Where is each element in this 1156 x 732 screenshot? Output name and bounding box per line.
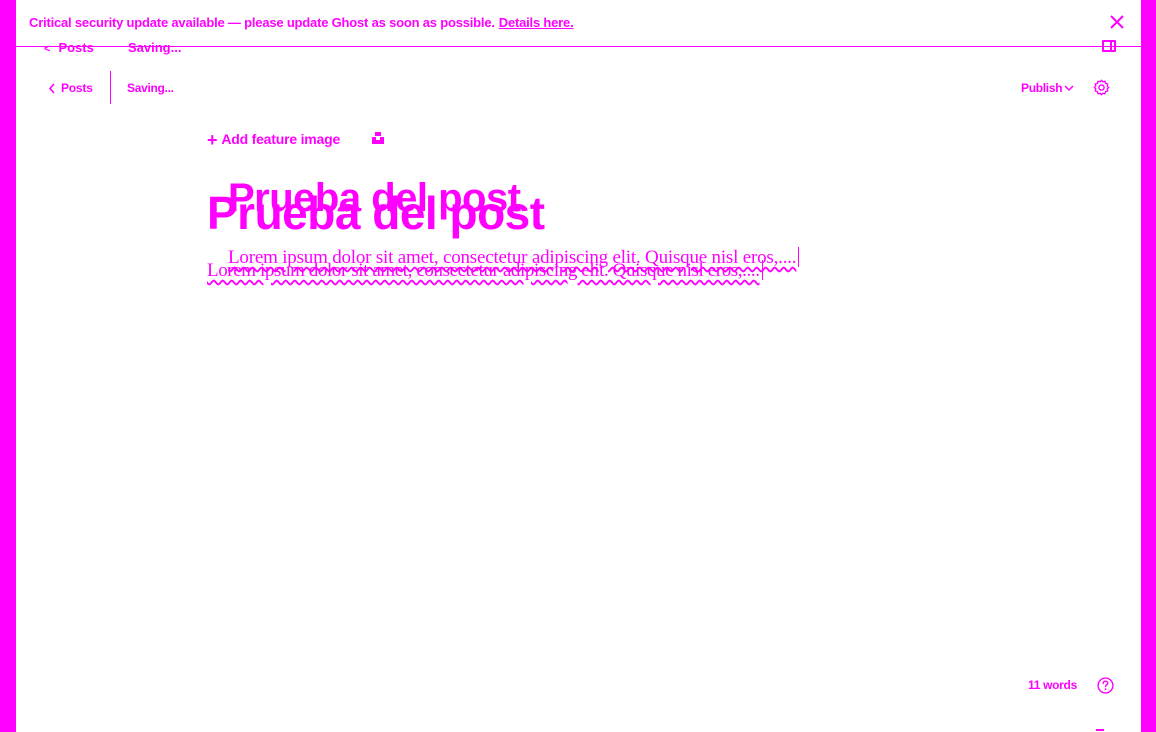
publish-menu-button[interactable]: Publish [1021,81,1074,95]
help-icon[interactable] [1097,677,1114,694]
publish-label: Publish [1021,81,1063,95]
post-title-input[interactable]: Prueba del post [207,186,545,240]
chevron-left-icon: < [44,43,51,55]
add-feature-image-button[interactable]: + Add feature image [207,130,340,151]
chevron-left-icon [48,83,55,94]
sidebar-toggle-icon[interactable] [1102,40,1116,52]
posts-back-label: Posts [61,81,93,95]
banner-message: Critical security update available — ple… [29,15,495,30]
save-status: Saving... [127,81,174,95]
close-icon[interactable] [1108,13,1126,31]
posts-back-link[interactable]: Posts [48,81,93,95]
chevron-down-icon [1064,85,1074,92]
left-edge-bar [0,0,16,732]
unsplash-icon[interactable] [371,131,385,145]
overlay-back-link[interactable]: < Posts [44,40,94,55]
security-banner: Critical security update available — ple… [29,15,574,30]
header-divider [110,71,111,104]
word-count: 11 words [1028,678,1077,692]
overlay-status: Saving... [128,40,182,55]
plus-icon: + [207,130,218,150]
corner-mark [1096,729,1104,731]
banner-divider [16,46,1141,47]
right-edge-bar [1141,0,1156,732]
overlay-back-label: Posts [58,40,94,55]
post-body-editor[interactable]: Lorem ipsum dolor sit amet, consectetur … [207,260,763,282]
add-feature-image-label: Add feature image [221,131,341,147]
gear-icon[interactable] [1093,79,1110,96]
banner-details-link[interactable]: Details here. [499,15,574,30]
